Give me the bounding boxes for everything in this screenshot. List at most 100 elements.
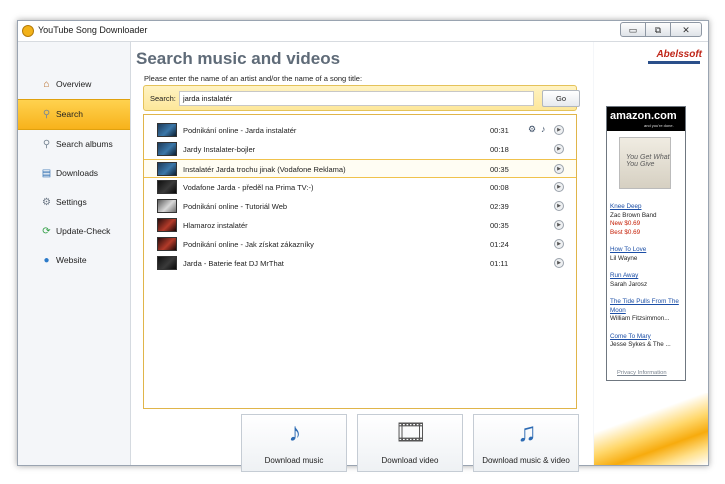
video-thumbnail xyxy=(157,237,177,251)
result-title: Jarda - Baterie feat DJ MrThat xyxy=(183,259,284,268)
film-reel-icon[interactable]: ⚙ xyxy=(528,124,536,135)
page-title: Search music and videos xyxy=(136,49,341,68)
ad-item-best-price: Best $0.69 xyxy=(610,228,641,236)
logo-swoosh xyxy=(648,61,700,64)
download-music-video-button[interactable]: ♫ Download music & video xyxy=(473,414,579,472)
sidebar-item-update-check[interactable]: ⟳ Update-Check xyxy=(18,217,130,246)
amazon-logo: amazon.com xyxy=(610,110,677,122)
search-input[interactable]: jarda instalatér xyxy=(179,91,534,106)
play-icon[interactable]: ▶ xyxy=(554,164,564,174)
sidebar-item-label: Search xyxy=(56,109,83,119)
sidebar-item-search[interactable]: ⚲ Search xyxy=(18,99,130,130)
result-row[interactable]: Jarda - Baterie feat DJ MrThat 01:11 ▶ xyxy=(144,254,576,273)
globe-icon: ● xyxy=(43,255,50,266)
button-label: Download music xyxy=(264,456,324,465)
abelssoft-logo[interactable]: Abelssoft xyxy=(656,49,702,60)
download-video-button[interactable]: 🎞 Download video xyxy=(357,414,463,472)
play-icon[interactable]: ▶ xyxy=(554,144,564,154)
result-duration: 00:31 xyxy=(490,126,509,135)
ad-item: Come To Mary Jesse Sykes & The ... xyxy=(610,333,686,350)
music-note-icon[interactable]: ♪ xyxy=(541,124,546,134)
sidebar-item-downloads[interactable]: ▤ Downloads xyxy=(18,159,130,188)
video-thumbnail xyxy=(157,123,177,137)
result-duration: 00:35 xyxy=(490,221,509,230)
video-thumbnail xyxy=(157,199,177,213)
ad-item-title-link[interactable]: Knee Deep xyxy=(610,203,686,212)
result-duration: 00:18 xyxy=(490,145,509,154)
result-row[interactable]: Podnikání online - Tutoriál Web 02:39 ▶ xyxy=(144,197,576,216)
sidebar-item-label: Overview xyxy=(56,79,92,89)
album-cover[interactable]: You Get What You Give xyxy=(619,137,671,189)
ad-item-artist: Sarah Jarosz xyxy=(610,280,648,288)
ad-panel: Abelssoft amazon.com and you're done. Yo… xyxy=(594,42,708,465)
result-row[interactable]: Vodafone Jarda - předěl na Prima TV:-) 0… xyxy=(144,178,576,197)
result-row[interactable]: Podnikání online - Jak získat zákazníky … xyxy=(144,235,576,254)
ad-item: Knee Deep Zac Brown Band New $0.69 Best … xyxy=(610,203,686,237)
result-duration: 01:24 xyxy=(490,240,509,249)
sidebar-item-website[interactable]: ● Website xyxy=(18,246,130,275)
download-actions: ♪ Download music 🎞 Download video ♫ Down… xyxy=(131,414,593,472)
ad-item-title-link[interactable]: Come To Mary xyxy=(610,333,686,342)
privacy-information-link[interactable]: Privacy Information xyxy=(617,370,667,376)
result-duration: 00:35 xyxy=(490,165,509,174)
sidebar-item-search-albums[interactable]: ⚲ Search albums xyxy=(18,130,130,159)
play-icon[interactable]: ▶ xyxy=(554,125,564,135)
ad-item-title-link[interactable]: The Tide Pulls From The Moon xyxy=(610,298,686,315)
house-icon: ⌂ xyxy=(43,79,50,90)
result-title: Podnikání online - Jak získat zákazníky xyxy=(183,240,314,249)
window-title: YouTube Song Downloader xyxy=(38,25,148,35)
restore-button[interactable]: ⧉ xyxy=(645,22,671,37)
go-button[interactable]: Go xyxy=(542,90,580,107)
title-bar[interactable]: YouTube Song Downloader ▭ ⧉ ✕ xyxy=(18,21,708,42)
play-icon[interactable]: ▶ xyxy=(554,201,564,211)
result-row[interactable]: Jardy Instalater-bojler 00:18 ▶ xyxy=(144,140,576,159)
result-title: Jardy Instalater-bojler xyxy=(183,145,256,154)
sidebar-item-label: Search albums xyxy=(56,139,113,149)
download-music-button[interactable]: ♪ Download music xyxy=(241,414,347,472)
magnifier-icon: ⚲ xyxy=(42,109,51,120)
film-reel-icon: 🎞 xyxy=(394,417,428,447)
sidebar-item-settings[interactable]: ⚙ Settings xyxy=(18,188,130,217)
music-note-icon: ♪ xyxy=(288,417,302,447)
result-title: Vodafone Jarda - předěl na Prima TV:-) xyxy=(183,183,314,192)
result-row-selected[interactable]: Instalatér Jarda trochu jinak (Vodafone … xyxy=(144,159,576,178)
play-icon[interactable]: ▶ xyxy=(554,220,564,230)
button-label: Download music & video xyxy=(482,456,570,465)
decorative-swoosh xyxy=(594,393,708,465)
sidebar-item-label: Downloads xyxy=(56,168,99,178)
window-controls: ▭ ⧉ ✕ xyxy=(620,22,702,37)
main-panel: Search music and videos Please enter the… xyxy=(131,42,593,472)
ad-item: Run Away Sarah Jarosz xyxy=(610,272,686,289)
video-thumbnail xyxy=(157,256,177,270)
result-duration: 01:11 xyxy=(490,259,509,268)
result-title: Instalatér Jarda trochu jinak (Vodafone … xyxy=(183,165,346,174)
play-icon[interactable]: ▶ xyxy=(554,239,564,249)
result-title: Podnikání online - Tutoriál Web xyxy=(183,202,288,211)
video-thumbnail xyxy=(157,142,177,156)
sidebar: ⌂ Overview ⚲ Search ⚲ Search albums ▤ Do… xyxy=(18,42,131,465)
ad-item-title-link[interactable]: How To Love xyxy=(610,246,686,255)
search-label: Search: xyxy=(150,94,176,103)
app-smiley-icon xyxy=(22,25,34,37)
update-icon: ⟳ xyxy=(42,226,51,237)
result-row[interactable]: Hlamaroz instalatér 00:35 ▶ xyxy=(144,216,576,235)
ad-item-artist: Jesse Sykes & The ... xyxy=(610,341,671,348)
play-icon[interactable]: ▶ xyxy=(554,258,564,268)
amazon-banner[interactable]: amazon.com and you're done. xyxy=(607,107,685,131)
result-row[interactable]: Podnikání online - Jarda instalatér 00:3… xyxy=(144,121,576,140)
search-bar: Search: jarda instalatér Go xyxy=(143,85,580,111)
music-video-icon: ♫ xyxy=(517,417,537,447)
result-duration: 02:39 xyxy=(490,202,509,211)
close-button[interactable]: ✕ xyxy=(670,22,702,37)
disk-icon: ▤ xyxy=(41,168,52,179)
video-thumbnail xyxy=(157,162,177,176)
app-window: YouTube Song Downloader ▭ ⧉ ✕ ⌂ Overview… xyxy=(17,20,709,472)
results-list: Podnikání online - Jarda instalatér 00:3… xyxy=(143,114,577,409)
minimize-button[interactable]: ▭ xyxy=(620,22,646,37)
play-icon[interactable]: ▶ xyxy=(554,182,564,192)
ad-item-title-link[interactable]: Run Away xyxy=(610,272,686,281)
sidebar-item-label: Update-Check xyxy=(56,226,111,236)
ad-items: Knee Deep Zac Brown Band New $0.69 Best … xyxy=(610,203,686,359)
sidebar-item-overview[interactable]: ⌂ Overview xyxy=(18,70,130,99)
result-title: Hlamaroz instalatér xyxy=(183,221,248,230)
